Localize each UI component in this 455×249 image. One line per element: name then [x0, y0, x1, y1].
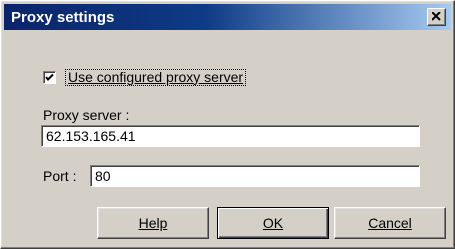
ok-button-label: OK	[262, 215, 284, 231]
close-icon	[432, 12, 441, 21]
proxy-settings-dialog: Proxy settings Use configured proxy serv…	[0, 0, 455, 249]
proxy-server-field[interactable]	[41, 125, 420, 147]
use-proxy-label-text: Use configured proxy server	[68, 68, 244, 85]
ok-button[interactable]: OK	[217, 207, 329, 239]
title-bar[interactable]: Proxy settings	[4, 4, 451, 30]
use-proxy-checkbox[interactable]	[43, 70, 56, 84]
dialog-title: Proxy settings	[11, 9, 115, 26]
checkmark-icon	[45, 73, 54, 81]
use-proxy-label[interactable]: Use configured proxy server	[65, 68, 247, 86]
cancel-button[interactable]: Cancel	[334, 207, 446, 239]
cancel-button-label: Cancel	[368, 215, 412, 231]
port-field[interactable]	[90, 165, 420, 187]
proxy-server-input[interactable]	[44, 127, 419, 145]
close-button[interactable]	[427, 8, 446, 26]
port-input[interactable]	[93, 167, 419, 185]
help-button-label: Help	[138, 215, 168, 231]
help-button[interactable]: Help	[97, 207, 209, 239]
use-proxy-option[interactable]: Use configured proxy server	[43, 68, 247, 86]
port-label: Port :	[43, 168, 77, 184]
proxy-server-label: Proxy server :	[43, 107, 130, 123]
